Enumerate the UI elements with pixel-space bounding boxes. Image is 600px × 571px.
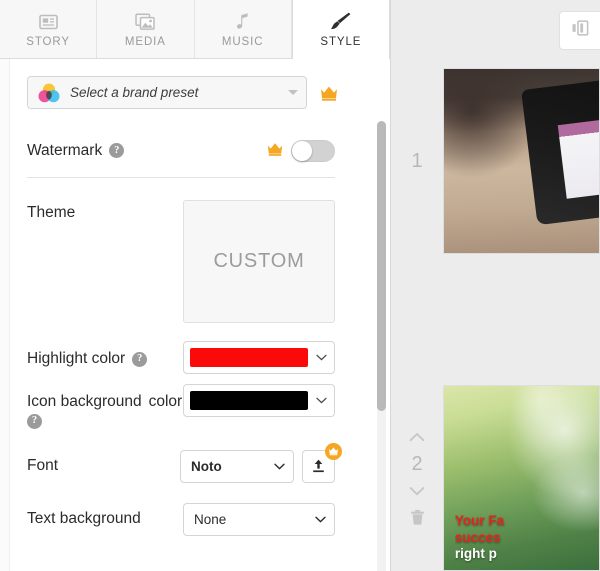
panel-scrollbar-thumb[interactable] (377, 121, 386, 411)
panel-left-band (0, 59, 10, 571)
style-panel-body: Select a brand preset Watermark ? Theme … (0, 59, 390, 571)
icon-background-color-label-group: Icon background color ? (27, 384, 183, 430)
brand-color-wheel-icon (37, 81, 61, 105)
crown-icon (325, 442, 342, 460)
font-controls: Noto (180, 442, 342, 483)
brand-preset-select[interactable]: Select a brand preset (27, 76, 307, 109)
tab-story-label: STORY (26, 35, 70, 48)
watermark-row: Watermark ? (11, 127, 369, 175)
video-editor-app: STORY MEDIA MUSIC STYLE Select a brand p… (0, 0, 600, 571)
brand-preset-placeholder: Select a brand preset (70, 85, 199, 100)
delete-slide-button[interactable] (407, 508, 427, 528)
text-background-label: Text background (27, 510, 141, 527)
slide-item[interactable]: 2 Your Fa succes right p (391, 385, 600, 571)
tab-music[interactable]: MUSIC (194, 0, 292, 58)
slide-thumbnail[interactable] (443, 68, 600, 254)
crown-icon (319, 84, 339, 102)
slide-caption-line: right p (454, 546, 497, 562)
move-slide-up-button[interactable] (407, 429, 427, 445)
highlight-color-control (183, 341, 335, 374)
icon-background-color-label-line1: Icon background (27, 393, 142, 410)
icon-background-color-row: Icon background color ? (11, 384, 369, 430)
slide-caption: Your Fa succes right p (455, 513, 593, 562)
tab-media[interactable]: MEDIA (97, 0, 195, 58)
watermark-controls (266, 140, 369, 162)
chevron-down-icon (288, 90, 298, 95)
crown-icon (266, 141, 284, 162)
text-background-value: None (194, 511, 227, 527)
icon-background-color-swatch (190, 391, 308, 410)
upload-icon (313, 459, 324, 473)
brand-preset-row: Select a brand preset (27, 76, 369, 109)
toggle-knob (292, 141, 312, 161)
font-label: Font (27, 457, 59, 474)
highlight-color-select[interactable] (183, 341, 335, 374)
paintbrush-icon (329, 11, 353, 33)
help-icon[interactable]: ? (132, 351, 148, 367)
slide-thumbnail[interactable]: Your Fa succes right p (443, 385, 600, 571)
watermark-toggle[interactable] (291, 140, 335, 162)
chevron-down-icon (313, 516, 327, 523)
chevron-down-icon (272, 463, 286, 470)
tab-style-label: STYLE (320, 35, 362, 48)
slide-item[interactable]: 1 (391, 68, 600, 254)
tab-style[interactable]: STYLE (291, 0, 390, 59)
watermark-label-group: Watermark ? (27, 139, 125, 163)
font-select[interactable]: Noto (180, 449, 294, 483)
tab-media-label: MEDIA (124, 35, 166, 48)
slide-caption-line: succes (454, 529, 501, 545)
editor-tabbar: STORY MEDIA MUSIC STYLE (0, 0, 390, 59)
tab-music-label: MUSIC (221, 35, 264, 48)
slide-gutter: 1 (391, 68, 443, 254)
media-icon (133, 11, 157, 33)
text-background-label-group: Text background (27, 507, 141, 531)
font-row: Font Noto (11, 441, 369, 491)
icon-background-color-label-line2: color (148, 393, 183, 410)
move-slide-down-button[interactable] (407, 483, 427, 499)
chevron-down-icon (314, 354, 328, 361)
font-value: Noto (191, 458, 222, 474)
slide-number: 1 (411, 150, 423, 172)
highlight-color-label: Highlight color (27, 350, 126, 367)
help-icon[interactable]: ? (109, 143, 125, 159)
theme-swatch-label: CUSTOM (213, 250, 305, 272)
watermark-label: Watermark (27, 141, 103, 159)
split-panel-icon (570, 20, 591, 41)
style-editor-panel: STORY MEDIA MUSIC STYLE Select a brand p… (0, 0, 391, 571)
music-note-icon (231, 11, 255, 33)
panel-scrollbar[interactable] (377, 121, 386, 571)
highlight-color-label-group: Highlight color ? (27, 341, 148, 371)
chevron-down-icon (314, 397, 328, 404)
tab-story[interactable]: STORY (0, 0, 98, 58)
icon-background-color-control (183, 384, 335, 417)
theme-row: Theme CUSTOM (11, 178, 369, 323)
font-upload-button[interactable] (302, 442, 342, 483)
style-settings-list: Select a brand preset Watermark ? Theme … (11, 59, 369, 571)
text-background-select[interactable]: None (183, 502, 335, 536)
font-label-group: Font (27, 454, 58, 478)
slides-panel: 1 2 Your Fa succes right p (391, 0, 600, 571)
highlight-color-row: Highlight color ? (11, 341, 369, 374)
icon-background-color-select[interactable] (183, 384, 335, 417)
theme-swatch-button[interactable]: CUSTOM (183, 200, 335, 323)
slide-caption-line: Your Fa (454, 513, 505, 529)
help-icon[interactable]: ? (27, 414, 42, 430)
highlight-color-swatch (190, 348, 308, 367)
story-icon (36, 11, 60, 33)
text-background-control: None (183, 502, 335, 536)
split-panel-toggle-button[interactable] (559, 11, 600, 50)
text-background-row: Text background None (11, 495, 369, 543)
theme-label: Theme (27, 204, 76, 221)
slide-number: 2 (411, 452, 423, 475)
slide-gutter: 2 (391, 385, 443, 571)
